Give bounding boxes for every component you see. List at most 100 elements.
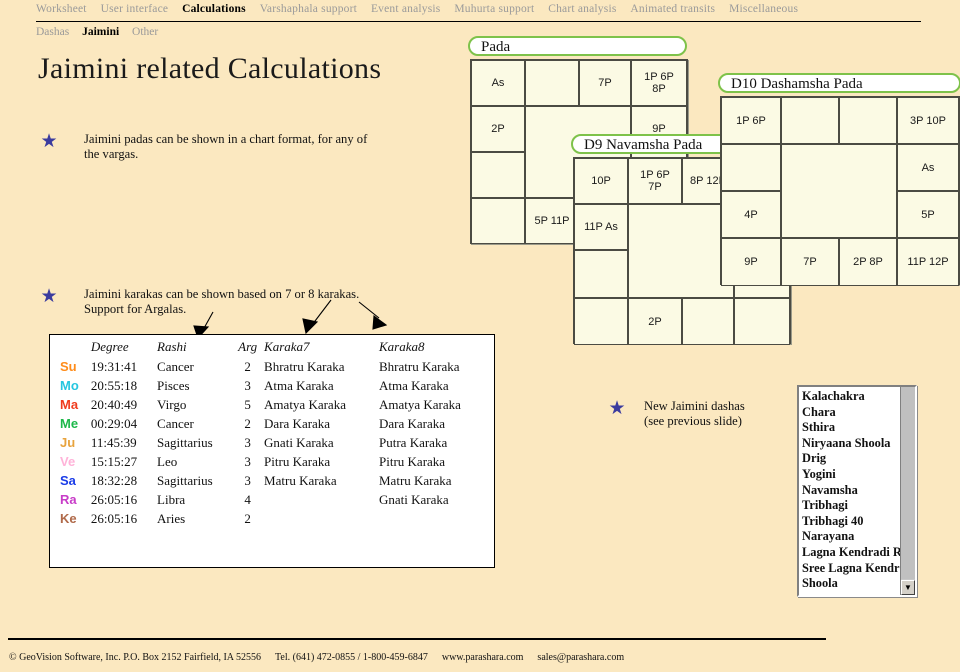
table-row[interactable]: Ju 11:45:39 Sagittarius 3 Gnati Karaka P…	[50, 433, 494, 452]
karaka-rashi: Sagittarius	[157, 472, 213, 488]
chart-cell[interactable]: 5P	[897, 191, 959, 238]
dasha-listbox-items[interactable]: Kalachakra Chara Sthira Niryaana Shoola …	[802, 389, 900, 592]
chart-center[interactable]	[781, 144, 897, 238]
chart-cell[interactable]: 2P	[628, 298, 682, 345]
table-row[interactable]: Ve 15:15:27 Leo 3 Pitru Karaka Pitru Kar…	[50, 452, 494, 471]
karaka-header-planet	[50, 339, 91, 357]
karaka-table: Degree Rashi Arg Karaka7 Karaka8 Su 19:3…	[50, 339, 494, 528]
list-item[interactable]: Tribhagi 40	[802, 514, 900, 530]
karaka-arg: 3	[244, 377, 251, 393]
karaka-rashi: Virgo	[157, 396, 187, 412]
table-row[interactable]: Ma 20:40:49 Virgo 5 Amatya Karaka Amatya…	[50, 395, 494, 414]
list-item[interactable]: Shoola	[802, 576, 900, 592]
karaka-header-rashi: Rashi	[157, 339, 187, 354]
menu-item-chart-analysis[interactable]: Chart analysis	[548, 3, 616, 15]
karaka-k8: Amatya Karaka	[379, 396, 461, 412]
karaka-rashi: Leo	[157, 453, 178, 469]
list-item[interactable]: Drig	[802, 451, 900, 467]
chart-cell[interactable]	[574, 250, 628, 298]
chart-cell[interactable]: 1P 6P	[721, 97, 781, 144]
chart-cell[interactable]	[682, 298, 734, 345]
chart-cell[interactable]: 1P 6P 7P	[628, 158, 682, 204]
list-item[interactable]: Chara	[802, 405, 900, 421]
chart-window-d10-dashamsha[interactable]: D10 Dashamsha Pada 1P 6P 3P 10P As 4P 5P…	[718, 73, 960, 286]
dasha-listbox[interactable]: Kalachakra Chara Sthira Niryaana Shoola …	[797, 385, 917, 597]
footer-website[interactable]: www.parashara.com	[442, 652, 524, 663]
bullet-padas-line2: the vargas.	[84, 147, 139, 161]
list-item[interactable]: Niryaana Shoola	[802, 436, 900, 452]
scroll-down-arrow-icon[interactable]: ▼	[901, 580, 915, 595]
chart-cell[interactable]: 7P	[781, 238, 839, 286]
table-row[interactable]: Ke 26:05:16 Aries 2	[50, 509, 494, 528]
chart-cell[interactable]: 9P	[721, 238, 781, 286]
karaka-arg: 2	[244, 510, 251, 526]
menu-item-user-interface[interactable]: User interface	[101, 3, 169, 15]
chart-title-bar-pada[interactable]: Pada	[468, 36, 687, 56]
chart-cell[interactable]: 2P 8P	[839, 238, 897, 286]
chart-cell[interactable]	[734, 298, 790, 345]
table-row[interactable]: Su 19:31:41 Cancer 2 Bhratru Karaka Bhra…	[50, 357, 494, 376]
karaka-degree: 15:15:27	[90, 453, 138, 469]
main-menu-bar[interactable]: Worksheet User interface Calculations Va…	[36, 3, 936, 19]
karaka-table-panel[interactable]: Degree Rashi Arg Karaka7 Karaka8 Su 19:3…	[49, 334, 495, 568]
submenu-item-other[interactable]: Other	[132, 26, 158, 38]
submenu-item-jaimini[interactable]: Jaimini	[82, 26, 119, 38]
karaka-arg: 3	[244, 472, 251, 488]
karaka-planet: Su	[60, 359, 77, 374]
list-item[interactable]: Yogini	[802, 467, 900, 483]
chart-cell[interactable]: As	[897, 144, 959, 191]
list-item[interactable]: Kalachakra	[802, 389, 900, 405]
chart-cell[interactable]: 11P As	[574, 204, 628, 250]
list-item[interactable]: Sree Lagna Kendr	[802, 561, 900, 577]
chart-cell[interactable]: 4P	[721, 191, 781, 238]
chart-cell[interactable]	[471, 152, 525, 198]
table-row[interactable]: Me 00:29:04 Cancer 2 Dara Karaka Dara Ka…	[50, 414, 494, 433]
table-row[interactable]: Ra 26:05:16 Libra 4 Gnati Karaka	[50, 490, 494, 509]
chart-grid-d10[interactable]: 1P 6P 3P 10P As 4P 5P 9P 7P 2P 8P 11P 12…	[720, 96, 960, 286]
bullet-dashas-line2: (see previous slide)	[644, 414, 742, 428]
list-item[interactable]: Narayana	[802, 529, 900, 545]
menu-item-worksheet[interactable]: Worksheet	[36, 3, 87, 15]
footer-email[interactable]: sales@parashara.com	[537, 652, 624, 663]
sub-menu-bar[interactable]: Dashas Jaimini Other	[36, 26, 168, 42]
menu-item-miscellaneous[interactable]: Miscellaneous	[729, 3, 798, 15]
chart-cell[interactable]	[574, 298, 628, 345]
karaka-k8: Putra Karaka	[379, 434, 448, 450]
chart-title-pada: Pada	[481, 39, 511, 55]
chart-cell[interactable]: As	[471, 60, 525, 106]
list-item[interactable]: Tribhagi	[802, 498, 900, 514]
menu-item-varshaphala-support[interactable]: Varshaphala support	[260, 3, 357, 15]
chart-cell[interactable]: 11P 12P	[897, 238, 959, 286]
menu-item-event-analysis[interactable]: Event analysis	[371, 3, 441, 15]
table-row[interactable]: Mo 20:55:18 Pisces 3 Atma Karaka Atma Ka…	[50, 376, 494, 395]
chart-cell[interactable]	[525, 60, 579, 106]
chart-cell[interactable]: 3P 10P	[897, 97, 959, 144]
scrollbar-thumb[interactable]	[901, 387, 915, 579]
listbox-scrollbar[interactable]: ▼	[900, 387, 915, 595]
chart-cell[interactable]: 10P	[574, 158, 628, 204]
menu-item-calculations[interactable]: Calculations	[182, 3, 246, 15]
menu-item-animated-transits[interactable]: Animated transits	[630, 3, 715, 15]
chart-cell[interactable]	[781, 97, 839, 144]
menu-item-muhurta-support[interactable]: Muhurta support	[454, 3, 534, 15]
chart-cell[interactable]	[721, 144, 781, 191]
table-row[interactable]: Sa 18:32:28 Sagittarius 3 Matru Karaka M…	[50, 471, 494, 490]
karaka-degree: 19:31:41	[90, 358, 138, 374]
karaka-rashi: Libra	[157, 491, 186, 507]
chart-cell[interactable]	[839, 97, 897, 144]
karaka-table-header-row: Degree Rashi Arg Karaka7 Karaka8	[50, 339, 494, 357]
karaka-degree: 20:55:18	[90, 377, 138, 393]
chart-cell[interactable]: 7P	[579, 60, 631, 106]
list-item[interactable]: Sthira	[802, 420, 900, 436]
list-item[interactable]: Lagna Kendradi R	[802, 545, 900, 561]
chart-cell[interactable]: 1P 6P 8P	[631, 60, 687, 106]
karaka-k7: Dara Karaka	[264, 415, 331, 431]
chart-cell[interactable]	[471, 198, 525, 244]
karaka-arg: 2	[244, 358, 251, 374]
chart-title-bar-d10[interactable]: D10 Dashamsha Pada	[718, 73, 960, 93]
chart-cell[interactable]: 2P	[471, 106, 525, 152]
karaka-k8: Matru Karaka	[379, 472, 452, 488]
list-item[interactable]: Navamsha	[802, 483, 900, 499]
submenu-item-dashas[interactable]: Dashas	[36, 26, 69, 38]
karaka-arg: 5	[244, 396, 251, 412]
